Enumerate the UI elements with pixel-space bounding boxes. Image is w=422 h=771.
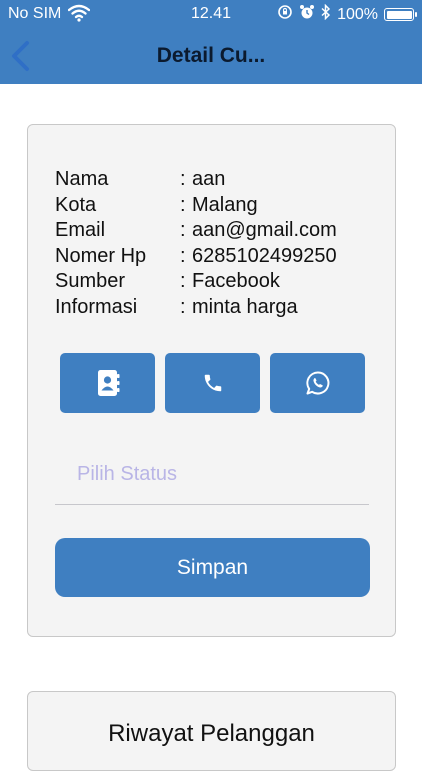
info-separator: : bbox=[180, 295, 186, 318]
battery-icon bbox=[384, 8, 417, 21]
info-row-sumber: Sumber : Facebook bbox=[55, 269, 337, 295]
info-separator: : bbox=[180, 244, 186, 267]
rotation-lock-icon bbox=[277, 4, 293, 25]
info-label: Nomer Hp bbox=[55, 244, 147, 267]
bluetooth-icon bbox=[321, 3, 331, 25]
history-title: Riwayat Pelanggan bbox=[108, 720, 315, 747]
info-label: Kota bbox=[55, 193, 97, 216]
info-row-email: Email : aan@gmail.com bbox=[55, 218, 337, 244]
info-value: minta harga bbox=[192, 295, 298, 318]
info-separator: : bbox=[180, 168, 186, 190]
info-value: Malang bbox=[192, 193, 258, 216]
info-row-nama: Nama : aan bbox=[55, 167, 337, 193]
save-button[interactable]: Simpan bbox=[55, 538, 370, 597]
info-row-nomer-hp: Nomer Hp : 6285102499250 bbox=[55, 244, 337, 270]
customer-detail-card: Nama : aan Kota : Malang Email : aan@gma… bbox=[27, 124, 396, 637]
page-title: Detail Cu... bbox=[156, 44, 266, 67]
info-separator: : bbox=[180, 219, 186, 242]
back-button[interactable] bbox=[8, 40, 36, 72]
whatsapp-button[interactable] bbox=[270, 353, 365, 413]
info-label: Email bbox=[55, 219, 106, 242]
customer-info: Nama : aan Kota : Malang Email : aan@gma… bbox=[55, 167, 337, 321]
info-label: Sumber bbox=[55, 270, 126, 293]
phone-icon bbox=[204, 374, 221, 392]
status-bar: No SIM 12.41 100% bbox=[0, 0, 422, 28]
status-right: 100% bbox=[277, 3, 417, 25]
info-value: Facebook bbox=[192, 270, 280, 293]
contact-button[interactable] bbox=[60, 353, 155, 413]
whatsapp-icon bbox=[305, 371, 329, 395]
history-card: Riwayat Pelanggan bbox=[27, 691, 396, 771]
info-label: Informasi bbox=[55, 295, 138, 318]
info-row-kota: Kota : Malang bbox=[55, 193, 337, 219]
info-separator: : bbox=[180, 270, 186, 293]
call-button[interactable] bbox=[165, 353, 260, 413]
info-separator: : bbox=[180, 193, 186, 216]
info-value: 6285102499250 bbox=[192, 244, 337, 267]
alarm-icon bbox=[299, 4, 315, 25]
info-row-informasi: Informasi : minta harga bbox=[55, 295, 337, 321]
nav-bar: Detail Cu... bbox=[0, 28, 422, 84]
chevron-left-icon bbox=[12, 41, 29, 71]
info-value: aan@gmail.com bbox=[192, 219, 337, 242]
contact-actions bbox=[60, 353, 365, 413]
info-label: Nama bbox=[55, 168, 109, 190]
contact-book-icon bbox=[97, 370, 119, 396]
status-select[interactable]: Pilih Status bbox=[55, 447, 369, 505]
status-select-placeholder: Pilih Status bbox=[77, 463, 178, 485]
battery-label: 100% bbox=[337, 5, 378, 23]
info-value: aan bbox=[192, 168, 226, 190]
